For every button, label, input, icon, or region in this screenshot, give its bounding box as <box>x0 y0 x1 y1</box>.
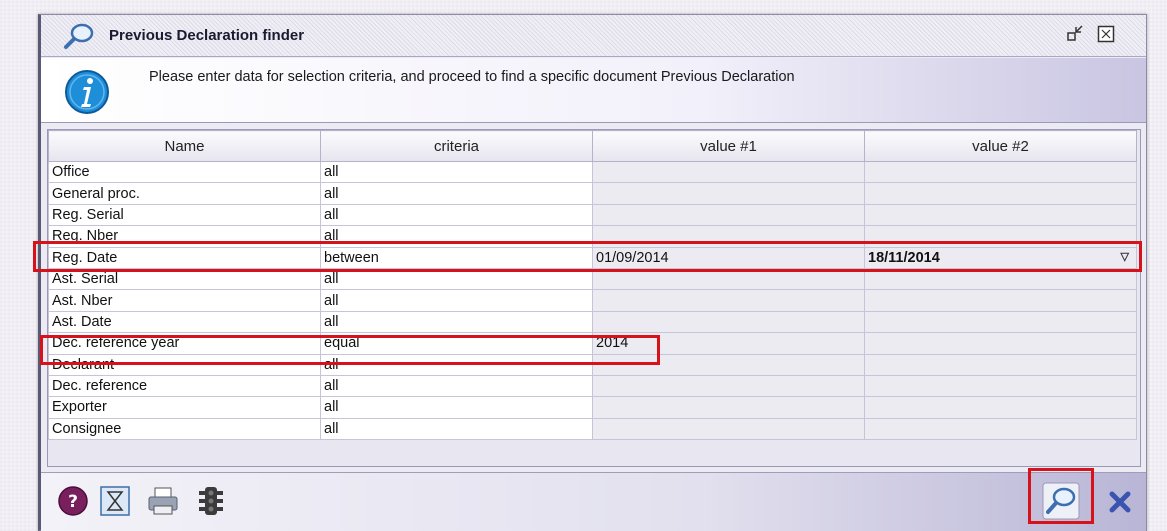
criteria-cell[interactable]: all <box>320 310 593 334</box>
value1-cell[interactable] <box>592 203 865 227</box>
value1-cell[interactable] <box>592 417 865 441</box>
close-icon[interactable] <box>1105 487 1135 517</box>
value2-cell[interactable] <box>864 374 1137 398</box>
name-cell: General proc. <box>48 182 321 205</box>
criteria-cell[interactable]: all <box>320 203 593 227</box>
criteria-cell[interactable]: all <box>320 417 593 441</box>
column-header-criteria[interactable]: criteria <box>320 130 593 162</box>
value2-cell[interactable] <box>864 332 1137 355</box>
finder-window: Previous Declaration finder Please enter… <box>38 14 1147 531</box>
value1-cell[interactable] <box>592 310 865 334</box>
table-row[interactable]: Consignee all <box>48 417 1137 441</box>
table-row[interactable]: Exporter all <box>48 396 1137 419</box>
traffic-light-icon[interactable] <box>193 483 229 519</box>
value1-cell[interactable] <box>592 289 865 312</box>
table-row[interactable]: Ast. Date all <box>48 310 1137 334</box>
value1-cell[interactable] <box>592 374 865 398</box>
info-icon <box>65 70 109 114</box>
value2-cell[interactable] <box>864 353 1137 376</box>
bottom-toolbar: ? <box>41 472 1146 531</box>
table-row[interactable]: General proc. all <box>48 182 1137 205</box>
maximize-icon[interactable] <box>1097 25 1115 43</box>
restore-icon[interactable] <box>1066 25 1084 43</box>
printer-icon[interactable] <box>145 483 181 519</box>
column-header-name[interactable]: Name <box>48 130 321 162</box>
column-header-value2[interactable]: value #2 <box>864 130 1137 162</box>
value2-cell[interactable] <box>864 289 1137 312</box>
criteria-cell[interactable]: all <box>320 374 593 398</box>
hourglass-icon[interactable] <box>97 483 133 519</box>
table-header: Name criteria value #1 value #2 <box>48 130 1137 162</box>
criteria-table: Name criteria value #1 value #2 Office al… <box>47 129 1141 467</box>
info-bar: Please enter data for selection criteria… <box>41 58 1146 123</box>
criteria-cell[interactable]: all <box>320 396 593 419</box>
highlight-reg-date-row <box>33 241 1142 272</box>
criteria-cell[interactable]: all <box>320 289 593 312</box>
value2-cell[interactable] <box>864 396 1137 419</box>
title-bar[interactable]: Previous Declaration finder <box>41 15 1146 57</box>
table-row[interactable]: Office all <box>48 160 1137 184</box>
name-cell: Exporter <box>48 396 321 419</box>
highlight-reference-year-row <box>40 335 660 365</box>
name-cell: Ast. Date <box>48 310 321 334</box>
name-cell: Ast. Nber <box>48 289 321 312</box>
name-cell: Reg. Serial <box>48 203 321 227</box>
value1-cell[interactable] <box>592 182 865 205</box>
value2-cell[interactable] <box>864 160 1137 184</box>
table-row[interactable]: Dec. reference all <box>48 374 1137 398</box>
value1-cell[interactable] <box>592 160 865 184</box>
name-cell: Consignee <box>48 417 321 441</box>
name-cell: Dec. reference <box>48 374 321 398</box>
magnifier-icon <box>64 23 94 49</box>
value2-cell[interactable] <box>864 310 1137 334</box>
column-header-value1[interactable]: value #1 <box>592 130 865 162</box>
value2-cell[interactable] <box>864 203 1137 227</box>
info-message: Please enter data for selection criteria… <box>149 69 795 85</box>
svg-text:?: ? <box>68 492 78 512</box>
value1-cell[interactable] <box>592 396 865 419</box>
help-icon[interactable]: ? <box>55 483 91 519</box>
criteria-cell[interactable]: all <box>320 182 593 205</box>
table-row[interactable]: Reg. Serial all <box>48 203 1137 227</box>
table-row[interactable]: Ast. Nber all <box>48 289 1137 312</box>
window-title: Previous Declaration finder <box>109 27 305 44</box>
name-cell: Office <box>48 160 321 184</box>
criteria-cell[interactable]: all <box>320 160 593 184</box>
value2-cell[interactable] <box>864 182 1137 205</box>
highlight-find-button <box>1028 468 1094 524</box>
value2-cell[interactable] <box>864 417 1137 441</box>
